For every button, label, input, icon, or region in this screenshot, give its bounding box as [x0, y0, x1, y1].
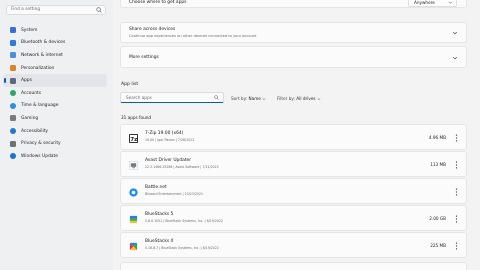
sidebar-item-bluetooth[interactable]: Bluetooth & devices [3, 37, 107, 50]
app-name: Avast Driver Updater [145, 158, 192, 163]
avast-driver-updater-icon [129, 161, 138, 170]
sidebar-item-windows-update[interactable]: Windows Update [3, 150, 107, 163]
bluetooth-icon [10, 39, 16, 46]
sevenzip-icon: 7z [129, 134, 138, 143]
choose-where-value: Anywhere [414, 0, 435, 5]
sidebar-item-label: Gaming [21, 115, 39, 121]
sidebar-item-label: Network & internet [21, 52, 63, 58]
more-options-icon[interactable] [455, 215, 458, 223]
search-icon[interactable] [214, 95, 219, 100]
app-list-heading: App list [121, 82, 139, 87]
sort-by-value: Name [248, 96, 261, 101]
sidebar-item-label: Apps [21, 78, 32, 84]
more-settings-label: More settings [129, 55, 159, 60]
app-search-input[interactable]: Search apps [120, 92, 224, 103]
more-options-icon[interactable] [455, 188, 458, 196]
sidebar-item-network[interactable]: Network & internet [3, 49, 107, 62]
settings-search-input[interactable]: Find a setting [6, 5, 106, 15]
choose-where-dropdown[interactable]: Anywhere [408, 0, 457, 7]
bluestacksx-icon [129, 242, 138, 251]
sidebar-item-privacy[interactable]: Privacy & security [3, 137, 107, 150]
filter-by-value: All drives [296, 96, 316, 101]
more-options-icon[interactable] [455, 161, 458, 169]
app-meta: 22.2.1466.15286 | Avast Software | 7/21/… [145, 165, 219, 169]
app-name: BlueStacks 5 [145, 212, 174, 217]
privacy-icon [10, 140, 16, 147]
sidebar-item-system[interactable]: System [3, 24, 107, 37]
network-icon [10, 52, 16, 59]
sidebar-item-time-language[interactable]: Time & language [3, 100, 107, 113]
choose-where-card: Choose where to get apps Anywhere [120, 0, 467, 8]
time-language-icon [10, 102, 16, 109]
app-search-placeholder: Search apps [126, 95, 152, 100]
chevron-down-icon [448, 1, 453, 4]
more-settings-card[interactable]: More settings [120, 46, 467, 68]
app-name: 7-Zip 19.00 (x64) [145, 131, 184, 136]
app-row: BlueStacks 5 5.8.0.1051 | BlueStack Syst… [120, 205, 467, 231]
app-row: Avast Driver Updater 22.2.1466.15286 | A… [120, 151, 467, 177]
svg-text:7z: 7z [130, 137, 137, 143]
filter-by-dropdown[interactable]: Filter by: All drives [277, 96, 321, 101]
sidebar-item-accounts[interactable]: Accounts [3, 87, 107, 100]
sort-by-label: Sort by: [231, 96, 248, 101]
sidebar-item-label: Privacy & security [21, 141, 61, 147]
chevron-down-icon [262, 98, 266, 100]
sidebar-nav: System Bluetooth & devices Network & int… [3, 24, 107, 163]
choose-where-label: Choose where to get apps [129, 0, 187, 5]
chevron-down-icon [317, 98, 321, 100]
share-devices-subtitle: Continue app experiences on other device… [129, 33, 257, 38]
app-size: 4.96 MB [428, 135, 446, 140]
apps-found-count: 31 apps found [121, 115, 152, 120]
more-options-icon[interactable] [455, 134, 458, 142]
app-row: 7z 7-Zip 19.00 (x64) 19.00 | Igor Pavlov… [120, 124, 467, 150]
sidebar-item-accessibility[interactable]: Accessibility [3, 125, 107, 138]
sidebar: Find a setting System Bluetooth & device… [0, 0, 113, 270]
sidebar-item-label: Personalization [21, 65, 55, 71]
sidebar-item-label: Windows Update [21, 153, 58, 159]
app-meta: 0.16.8.7 | BlueStack Systems, Inc. | 8/1… [145, 246, 219, 250]
accessibility-icon [10, 128, 16, 135]
sidebar-item-apps[interactable]: Apps [3, 74, 107, 87]
app-row: BlueStacks X 0.16.8.7 | BlueStack System… [120, 232, 467, 258]
more-options-icon[interactable] [455, 242, 458, 250]
sidebar-item-label: Bluetooth & devices [21, 40, 66, 46]
app-name: BlueStacks X [145, 239, 174, 244]
windows-update-icon [10, 153, 16, 160]
sidebar-item-label: Accounts [21, 90, 42, 96]
search-icon[interactable] [96, 7, 102, 13]
app-meta: Blizzard Entertainment | 10/23/2021 [145, 192, 204, 196]
sort-by-dropdown[interactable]: Sort by: Name [231, 96, 266, 101]
app-name: Battle.net [145, 185, 167, 190]
chevron-down-icon[interactable] [452, 30, 458, 36]
sidebar-item-gaming[interactable]: Gaming [3, 112, 107, 125]
settings-search-placeholder: Find a setting [11, 7, 41, 12]
app-size: 2.00 GB [429, 216, 446, 221]
sidebar-item-label: System [21, 27, 38, 33]
personalization-icon [10, 65, 16, 72]
bluestacks5-icon [129, 215, 138, 224]
app-size: 113 MB [430, 162, 446, 167]
system-icon [10, 27, 16, 34]
share-across-devices-card[interactable]: Share across devices Continue app experi… [120, 22, 467, 43]
chevron-down-icon[interactable] [452, 55, 458, 61]
apps-icon [10, 77, 16, 84]
gaming-icon [10, 115, 16, 122]
accounts-icon [10, 90, 16, 97]
battlenet-icon [129, 188, 138, 197]
app-meta: 5.8.0.1051 | BlueStack Systems, Inc. | 8… [145, 219, 223, 223]
sidebar-item-personalization[interactable]: Personalization [3, 62, 107, 75]
sidebar-item-label: Time & language [21, 103, 59, 109]
share-devices-title: Share across devices [129, 27, 176, 32]
filter-by-label: Filter by: [277, 96, 295, 101]
app-row-partial [120, 262, 467, 270]
app-size: 225 MB [430, 243, 446, 248]
main-content: Choose where to get apps Anywhere Share … [113, 0, 480, 270]
app-row: Battle.net Blizzard Entertainment | 10/2… [120, 178, 467, 204]
sidebar-item-label: Accessibility [21, 128, 49, 134]
app-meta: 19.00 | Igor Pavlov | 7/28/2022 [145, 138, 195, 142]
